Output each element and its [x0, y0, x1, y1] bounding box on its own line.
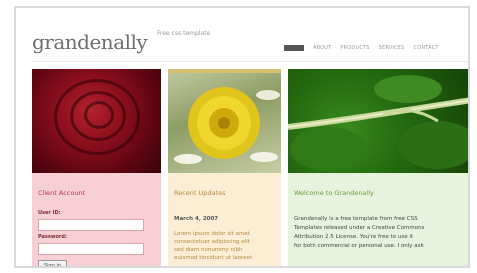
flower-graphic: [174, 87, 280, 164]
welcome-panel: Welcome to Grandenally Grandenally is a …: [288, 173, 468, 266]
welcome-column: Welcome to Grandenally Grandenally is a …: [288, 69, 468, 266]
nav-item-services[interactable]: Services: [379, 45, 405, 51]
news-date: March 4, 2007: [174, 216, 219, 222]
login-title: Client Account: [38, 189, 86, 197]
nav-item-home[interactable]: Home: [284, 45, 304, 51]
nav-item-contact[interactable]: Contact: [414, 45, 439, 51]
news-title: Recent Updates: [174, 189, 226, 197]
browser-frame: grandenally Free css template Home About…: [14, 6, 470, 268]
nav-item-products[interactable]: Products: [340, 45, 369, 51]
username-label: User ID:: [38, 210, 61, 216]
welcome-line: Templates released under a Creative Comm…: [294, 225, 425, 231]
header-divider: [32, 61, 468, 62]
welcome-line: for both commercial or personal use. I o…: [294, 243, 424, 249]
password-label: Password:: [38, 234, 67, 240]
flower-image: [168, 69, 281, 177]
nav-item-about[interactable]: About: [313, 45, 331, 51]
site-tagline: Free css template: [157, 30, 211, 37]
password-field[interactable]: [38, 243, 144, 255]
news-panel: Recent Updates March 4, 2007 Lorem ipsum…: [168, 173, 281, 266]
welcome-line: Attribution 2.5 License. You're free to …: [294, 234, 414, 240]
welcome-title: Welcome to Grandenally: [294, 189, 374, 197]
welcome-line: Grandenally is a free template from free…: [294, 216, 418, 222]
news-column: Recent Updates March 4, 2007 Lorem ipsum…: [168, 69, 281, 266]
login-column: Client Account User ID: Password: Sign i…: [32, 69, 161, 266]
stem-graphic: [288, 75, 468, 171]
site-logo[interactable]: grandenally: [32, 30, 148, 54]
news-line[interactable]: euismod tincidunt ut laoreet: [174, 254, 252, 263]
login-panel: Client Account User ID: Password: Sign i…: [32, 173, 161, 266]
rose-image: [32, 69, 161, 173]
main-nav: Home About Products Services Contact: [284, 45, 439, 51]
sign-in-button[interactable]: Sign in: [38, 260, 67, 266]
username-field[interactable]: [38, 219, 144, 231]
stem-image: [288, 69, 468, 173]
